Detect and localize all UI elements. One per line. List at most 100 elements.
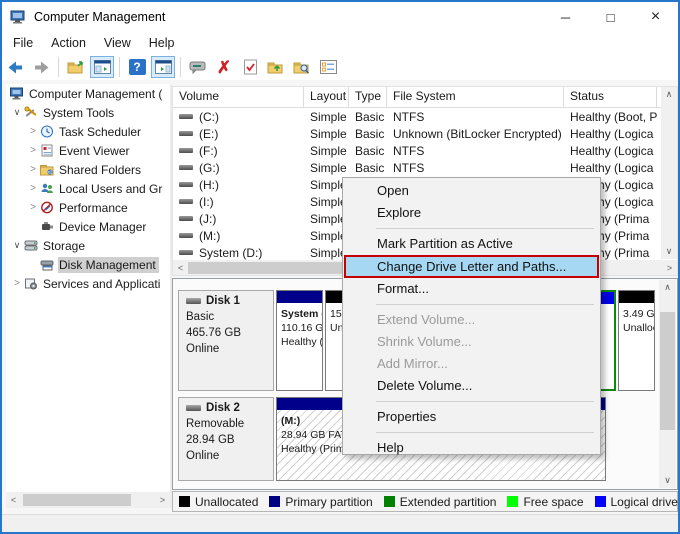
- tree-horizontal-scrollbar[interactable]: < >: [6, 492, 170, 508]
- properties-list-icon[interactable]: [316, 56, 340, 78]
- volume-layout: Simple: [304, 161, 349, 175]
- title-bar[interactable]: Computer Management ─ □ ×: [2, 2, 678, 32]
- sidebar-item-performance[interactable]: > Performance: [6, 198, 170, 217]
- volume-icon: [179, 216, 193, 221]
- scroll-up-icon[interactable]: ∧: [661, 87, 677, 102]
- scrollbar-thumb[interactable]: [188, 262, 353, 274]
- column-header-volume[interactable]: Volume: [173, 87, 304, 107]
- sidebar-item-services-and-applications[interactable]: > Services and Applicati: [6, 274, 170, 293]
- sidebar-item-storage[interactable]: ∨ Storage: [6, 236, 170, 255]
- partition-unallocated-2[interactable]: 3.49 GB Unallocated: [618, 290, 655, 391]
- chevron-right-icon[interactable]: >: [26, 145, 40, 156]
- menu-item-open[interactable]: Open: [343, 180, 600, 202]
- sidebar-item-label: Event Viewer: [59, 144, 129, 158]
- disk-1-label[interactable]: Disk 1 Basic 465.76 GB Online: [178, 290, 274, 391]
- scrollbar-thumb[interactable]: [23, 494, 131, 506]
- scrollbar-thumb[interactable]: [660, 312, 675, 430]
- sidebar-item-disk-management[interactable]: Disk Management: [6, 255, 170, 274]
- table-row[interactable]: (E:) Simple Basic Unknown (BitLocker Enc…: [173, 125, 677, 142]
- column-header-status[interactable]: Status: [564, 87, 657, 107]
- chevron-down-icon[interactable]: ∨: [10, 240, 24, 251]
- partition-color-bar: [619, 291, 654, 303]
- table-row[interactable]: (F:) Simple Basic NTFS Healthy (Logica: [173, 142, 677, 159]
- legend-label: Extended partition: [400, 495, 497, 509]
- minimize-button[interactable]: ─: [543, 2, 588, 32]
- menu-item-extend-volume[interactable]: Extend Volume...: [343, 309, 600, 331]
- volume-name: (J:): [199, 212, 216, 226]
- callout-icon[interactable]: [186, 56, 210, 78]
- folder-up-icon[interactable]: [264, 56, 288, 78]
- menu-item-explore[interactable]: Explore: [343, 202, 600, 224]
- scroll-up-icon[interactable]: ∧: [659, 280, 676, 295]
- toolbar-separator: [180, 57, 181, 77]
- legend-item: Logical drive: [595, 495, 678, 509]
- menu-action[interactable]: Action: [42, 32, 95, 54]
- check-file-icon[interactable]: [238, 56, 262, 78]
- column-header-layout[interactable]: Layout: [304, 87, 349, 107]
- menu-file[interactable]: File: [4, 32, 42, 54]
- table-row[interactable]: (C:) Simple Basic NTFS Healthy (Boot, P: [173, 108, 677, 125]
- scroll-right-icon[interactable]: >: [155, 492, 170, 508]
- delete-icon[interactable]: ✗: [212, 56, 236, 78]
- menu-item-change-drive-letter-and-paths[interactable]: Change Drive Letter and Paths...: [344, 255, 599, 278]
- volume-name: (E:): [199, 127, 218, 141]
- chevron-right-icon[interactable]: >: [26, 202, 40, 213]
- services-icon: [24, 277, 38, 290]
- disk-status: Online: [186, 448, 273, 464]
- sidebar-item-system-tools[interactable]: ∨ System Tools: [6, 103, 170, 122]
- table-row[interactable]: (G:) Simple Basic NTFS Healthy (Logica: [173, 159, 677, 176]
- scrollbar-track[interactable]: [21, 492, 155, 508]
- chevron-down-icon[interactable]: ∨: [10, 107, 24, 118]
- menu-item-format[interactable]: Format...: [343, 278, 600, 300]
- menu-help[interactable]: Help: [140, 32, 184, 54]
- column-header-type[interactable]: Type: [349, 87, 387, 107]
- show-console-tree-icon[interactable]: [90, 56, 114, 78]
- volume-status: Healthy (Logica: [564, 144, 657, 158]
- legend-label: Unallocated: [195, 495, 258, 509]
- sidebar-item-device-manager[interactable]: Device Manager: [6, 217, 170, 236]
- menu-item-properties[interactable]: Properties: [343, 406, 600, 428]
- volume-type: Basic: [349, 127, 387, 141]
- sidebar-item-shared-folders[interactable]: > x2 Shared Folders: [6, 160, 170, 179]
- menu-item-add-mirror[interactable]: Add Mirror...: [343, 353, 600, 375]
- scroll-right-icon[interactable]: >: [662, 260, 677, 276]
- disk-view-vertical-scrollbar[interactable]: ∧ ∨: [659, 280, 676, 488]
- folder-search-icon[interactable]: [290, 56, 314, 78]
- folder-export-icon[interactable]: [64, 56, 88, 78]
- menu-item-help[interactable]: Help: [343, 437, 600, 459]
- sidebar-item-local-users-and-groups[interactable]: > Local Users and Gr: [6, 179, 170, 198]
- scroll-down-icon[interactable]: ∨: [659, 473, 676, 488]
- scroll-left-icon[interactable]: <: [6, 492, 21, 508]
- volume-icon: [179, 199, 193, 204]
- sidebar-item-event-viewer[interactable]: > Event Viewer: [6, 141, 170, 160]
- chevron-right-icon[interactable]: >: [10, 278, 24, 289]
- context-menu: Open Explore Mark Partition as Active Ch…: [342, 177, 601, 455]
- close-button[interactable]: ×: [633, 2, 678, 32]
- column-header-file-system[interactable]: File System: [387, 87, 564, 107]
- toolbar-separator: [58, 57, 59, 77]
- scroll-down-icon[interactable]: ∨: [661, 244, 677, 259]
- maximize-button[interactable]: □: [588, 2, 633, 32]
- partition-system-d[interactable]: System (D:) 110.16 GB Healthy (: [276, 290, 323, 391]
- sidebar-item-computer-management[interactable]: Computer Management (: [6, 84, 170, 103]
- disk-2-label[interactable]: Disk 2 Removable 28.94 GB Online: [178, 397, 274, 481]
- chevron-right-icon[interactable]: >: [26, 183, 40, 194]
- legend-label: Logical drive: [611, 495, 678, 509]
- scroll-left-icon[interactable]: <: [173, 260, 188, 276]
- legend-swatch: [507, 496, 518, 507]
- disk-drive-icon: [186, 298, 201, 304]
- help-icon[interactable]: ?: [125, 56, 149, 78]
- chevron-right-icon[interactable]: >: [26, 164, 40, 175]
- menu-item-shrink-volume[interactable]: Shrink Volume...: [343, 331, 600, 353]
- menu-view[interactable]: View: [95, 32, 140, 54]
- show-action-pane-icon[interactable]: [151, 56, 175, 78]
- back-icon[interactable]: [3, 56, 27, 78]
- computer-icon: [10, 87, 24, 100]
- forward-icon[interactable]: [29, 56, 53, 78]
- chevron-right-icon[interactable]: >: [26, 126, 40, 137]
- volume-list-vertical-scrollbar[interactable]: ∧ ∨: [661, 87, 677, 259]
- sidebar-item-task-scheduler[interactable]: > Task Scheduler: [6, 122, 170, 141]
- legend-swatch: [269, 496, 280, 507]
- menu-item-mark-partition-active[interactable]: Mark Partition as Active: [343, 233, 600, 255]
- menu-item-delete-volume[interactable]: Delete Volume...: [343, 375, 600, 397]
